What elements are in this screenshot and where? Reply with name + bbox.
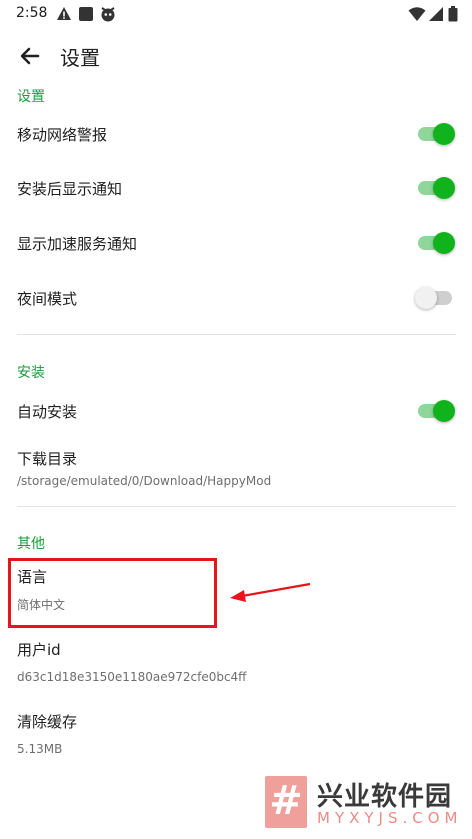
- status-time: 2:58: [16, 5, 48, 21]
- warning-icon: [57, 7, 71, 20]
- app-face-icon: [101, 7, 115, 22]
- setting-row-notify-accel[interactable]: 显示加速服务通知: [0, 217, 472, 267]
- watermark-logo: #: [265, 776, 307, 828]
- setting-label: 清除缓存: [17, 713, 78, 731]
- auto-install-switch[interactable]: [418, 400, 455, 422]
- watermark-url: MYXYJS.COM: [317, 809, 463, 827]
- setting-label: 安装后显示通知: [17, 180, 123, 198]
- user-id-value: d63c1d18e3150e1180ae972cfe0bc4ff: [17, 670, 247, 684]
- section-header-settings: 设置: [17, 89, 45, 105]
- mobile-warning-switch[interactable]: [418, 123, 455, 145]
- setting-label: 用户id: [17, 641, 61, 659]
- back-button[interactable]: [10, 36, 50, 76]
- setting-row-mobile-warning[interactable]: 移动网络警报: [0, 108, 472, 158]
- setting-label: 移动网络警报: [17, 126, 108, 144]
- watermark-logo-glyph: #: [269, 778, 303, 824]
- setting-row-clear-cache[interactable]: 清除缓存 5.13MB: [0, 702, 472, 764]
- wifi-icon: [408, 7, 426, 21]
- setting-row-download-dir[interactable]: 下载目录 /storage/emulated/0/Download/HappyM…: [0, 440, 472, 498]
- app-bar: 设置: [0, 28, 472, 84]
- red-arrow-icon: [230, 582, 311, 602]
- signal-icon: [429, 7, 443, 21]
- setting-row-auto-install[interactable]: 自动安装: [0, 385, 472, 435]
- status-bar: 2:58: [0, 0, 472, 28]
- cache-size-value: 5.13MB: [17, 742, 63, 756]
- watermark-title: 兴业软件园: [317, 782, 453, 812]
- arrow-back-icon: [20, 47, 40, 65]
- night-mode-switch[interactable]: [415, 287, 452, 309]
- battery-icon: [448, 6, 458, 22]
- setting-row-user-id[interactable]: 用户id d63c1d18e3150e1180ae972cfe0bc4ff: [0, 630, 472, 692]
- divider: [17, 334, 456, 335]
- notify-accel-switch[interactable]: [418, 232, 455, 254]
- setting-label: 夜间模式: [17, 290, 78, 308]
- highlight-annotation-box: [8, 558, 217, 628]
- notify-after-install-switch[interactable]: [418, 177, 455, 199]
- setting-row-notify-after-install[interactable]: 安装后显示通知: [0, 162, 472, 212]
- divider: [17, 506, 456, 507]
- section-header-install: 安装: [17, 365, 45, 381]
- square-notification-icon: [79, 7, 93, 21]
- page-title: 设置: [60, 46, 100, 70]
- setting-label: 下载目录: [17, 450, 78, 468]
- section-header-other: 其他: [17, 536, 45, 552]
- setting-label: 自动安装: [17, 403, 78, 421]
- setting-label: 显示加速服务通知: [17, 235, 138, 253]
- site-watermark: # 兴业软件园 MYXYJS.COM: [265, 776, 465, 830]
- download-dir-value: /storage/emulated/0/Download/HappyMod: [17, 474, 272, 488]
- setting-row-night-mode[interactable]: 夜间模式: [0, 272, 472, 322]
